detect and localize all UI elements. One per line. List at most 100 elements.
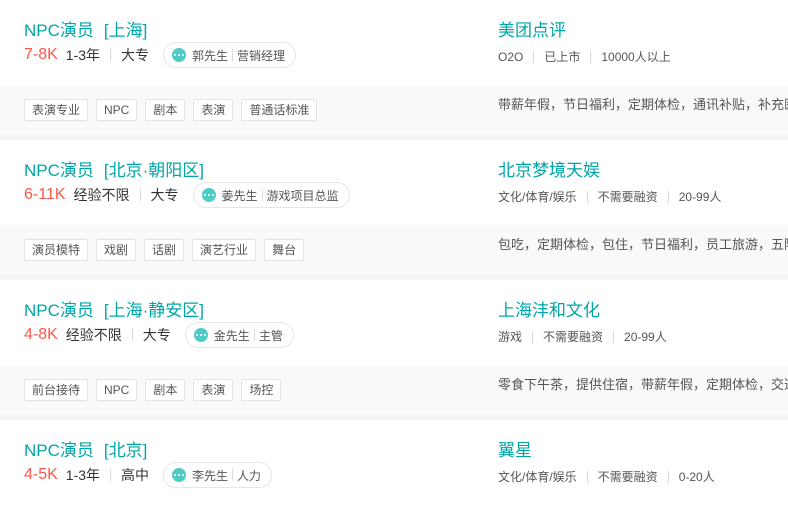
job-tags: 表演专业 NPC 剧本 表演 普通话标准 — [24, 99, 325, 121]
job-education: 大专 — [121, 47, 150, 63]
job-card[interactable]: NPC演员 [北京] 4-5K 1-3年 高中 李先生 人力 翼星 文化/体育/娱… — [0, 420, 788, 505]
recruiter-name: 郭先生 — [192, 48, 229, 63]
job-education: 高中 — [121, 467, 150, 483]
job-salary: 6-11K — [24, 186, 66, 203]
company-industry: 文化/体育/娱乐 — [498, 470, 577, 484]
divider — [613, 330, 615, 343]
job-experience: 经验不限 — [65, 327, 122, 343]
job-info: 4-8K 经验不限 大专 金先生 主管 — [24, 322, 294, 348]
divider — [586, 190, 588, 203]
job-card-primary: NPC演员 [北京] 4-5K 1-3年 高中 李先生 人力 翼星 文化/体育/娱… — [0, 420, 788, 505]
company-size: 20-99人 — [624, 330, 667, 344]
job-title: NPC演员 — [24, 161, 94, 180]
divider — [667, 190, 669, 203]
job-salary: 4-8K — [24, 326, 58, 343]
chat-bubble-icon — [172, 48, 187, 62]
job-tag: 表演 — [193, 99, 234, 121]
company-info: O2O 已上市 10000人以上 — [498, 48, 671, 65]
divider — [532, 330, 534, 343]
company-funding: 不需要融资 — [597, 190, 658, 204]
job-tag: 演员模特 — [24, 239, 89, 261]
divider — [261, 189, 263, 201]
job-tag: 表演 — [193, 379, 234, 401]
company-info: 游戏 不需要融资 20-99人 — [498, 328, 667, 345]
job-title-link[interactable]: NPC演员 [上海·静安区] — [24, 296, 204, 321]
company-name-link[interactable]: 美团点评 — [498, 16, 566, 41]
job-title-link[interactable]: NPC演员 [北京·朝阳区] — [24, 156, 204, 181]
company-size: 10000人以上 — [601, 50, 671, 64]
job-tags: 演员模特 戏剧 话剧 演艺行业 舞台 — [24, 239, 312, 261]
job-list: NPC演员 [上海] 7-8K 1-3年 大专 郭先生 营销经理 美团点评 O2O… — [0, 0, 788, 505]
job-salary: 4-5K — [24, 466, 58, 483]
job-title: NPC演员 — [24, 441, 94, 460]
divider — [232, 49, 234, 61]
job-tag: 演艺行业 — [192, 239, 257, 261]
recruiter-title: 营销经理 — [237, 48, 286, 63]
job-card[interactable]: NPC演员 [上海·静安区] 4-8K 经验不限 大专 金先生 主管 上海沣和文化… — [0, 280, 788, 415]
job-tag: NPC — [96, 379, 138, 401]
job-location: [北京] — [103, 441, 148, 460]
job-education: 大专 — [142, 327, 171, 343]
company-size: 0-20人 — [678, 470, 715, 484]
company-info: 文化/体育/娱乐 不需要融资 20-99人 — [498, 188, 721, 205]
divider — [131, 329, 133, 341]
recruiter-chat-button[interactable]: 姜先生 游戏项目总监 — [192, 182, 350, 208]
job-tag: 戏剧 — [96, 239, 137, 261]
divider — [253, 329, 255, 341]
job-location: [北京·朝阳区] — [103, 161, 205, 180]
recruiter-chat-button[interactable]: 金先生 主管 — [184, 322, 294, 348]
job-experience: 1-3年 — [65, 467, 101, 483]
job-salary: 7-8K — [24, 46, 58, 63]
company-funding: 已上市 — [544, 50, 581, 64]
job-card[interactable]: NPC演员 [北京·朝阳区] 6-11K 经验不限 大专 姜先生 游戏项目总监 北… — [0, 140, 788, 275]
job-title: NPC演员 — [24, 301, 94, 320]
chat-bubble-icon — [201, 188, 216, 202]
job-title-link[interactable]: NPC演员 [北京] — [24, 436, 147, 461]
company-industry: O2O — [498, 49, 524, 64]
company-info: 文化/体育/娱乐 不需要融资 0-20人 — [498, 468, 715, 485]
company-benefits: 包吃，定期体检，包住，节日福利，员工旅游，五险 — [498, 237, 788, 252]
job-card-footer: 表演专业 NPC 剧本 表演 普通话标准 带薪年假，节日福利，定期体检，通讯补贴… — [0, 85, 788, 135]
job-tag: NPC — [96, 99, 138, 121]
job-card[interactable]: NPC演员 [上海] 7-8K 1-3年 大专 郭先生 营销经理 美团点评 O2O… — [0, 0, 788, 135]
job-info: 6-11K 经验不限 大专 姜先生 游戏项目总监 — [24, 182, 350, 208]
job-tag: 剧本 — [145, 99, 186, 121]
job-title-link[interactable]: NPC演员 [上海] — [24, 16, 147, 41]
recruiter-title: 人力 — [237, 468, 262, 483]
job-location: [上海·静安区] — [103, 301, 205, 320]
job-tag: 场控 — [241, 379, 282, 401]
company-funding: 不需要融资 — [543, 330, 604, 344]
job-tag: 表演专业 — [24, 99, 89, 121]
divider — [139, 189, 141, 201]
job-tag: 剧本 — [145, 379, 186, 401]
job-location: [上海] — [103, 21, 148, 40]
recruiter-name: 金先生 — [213, 328, 250, 343]
company-benefits: 零食下午茶，提供住宿，带薪年假，定期体检，交通 — [498, 377, 788, 392]
company-name-link[interactable]: 翼星 — [498, 436, 532, 461]
job-experience: 经验不限 — [73, 187, 130, 203]
company-size: 20-99人 — [678, 190, 722, 204]
job-tags: 前台接待 NPC 剧本 表演 场控 — [24, 379, 289, 401]
recruiter-chat-button[interactable]: 李先生 人力 — [163, 462, 273, 488]
recruiter-title: 游戏项目总监 — [266, 188, 339, 203]
chat-bubble-icon — [172, 468, 187, 482]
job-card-primary: NPC演员 [北京·朝阳区] 6-11K 经验不限 大专 姜先生 游戏项目总监 北… — [0, 140, 788, 225]
divider — [110, 49, 112, 61]
company-name-link[interactable]: 上海沣和文化 — [498, 296, 600, 321]
job-card-footer: 演员模特 戏剧 话剧 演艺行业 舞台 包吃，定期体检，包住，节日福利，员工旅游，… — [0, 225, 788, 275]
divider — [533, 50, 535, 63]
divider — [110, 469, 112, 481]
job-tag: 普通话标准 — [241, 99, 318, 121]
divider — [590, 50, 592, 63]
company-funding: 不需要融资 — [597, 470, 658, 484]
company-benefits: 带薪年假，节日福利，定期体检，通讯补贴，补充医 — [498, 97, 788, 112]
job-title: NPC演员 — [24, 21, 94, 40]
job-tag: 前台接待 — [24, 379, 89, 401]
divider — [667, 470, 669, 483]
divider — [232, 469, 234, 481]
job-info: 4-5K 1-3年 高中 李先生 人力 — [24, 462, 273, 488]
company-name-link[interactable]: 北京梦境天娱 — [498, 156, 600, 181]
recruiter-name: 姜先生 — [221, 188, 258, 203]
recruiter-chat-button[interactable]: 郭先生 营销经理 — [163, 42, 297, 68]
chat-bubble-icon — [193, 328, 208, 342]
